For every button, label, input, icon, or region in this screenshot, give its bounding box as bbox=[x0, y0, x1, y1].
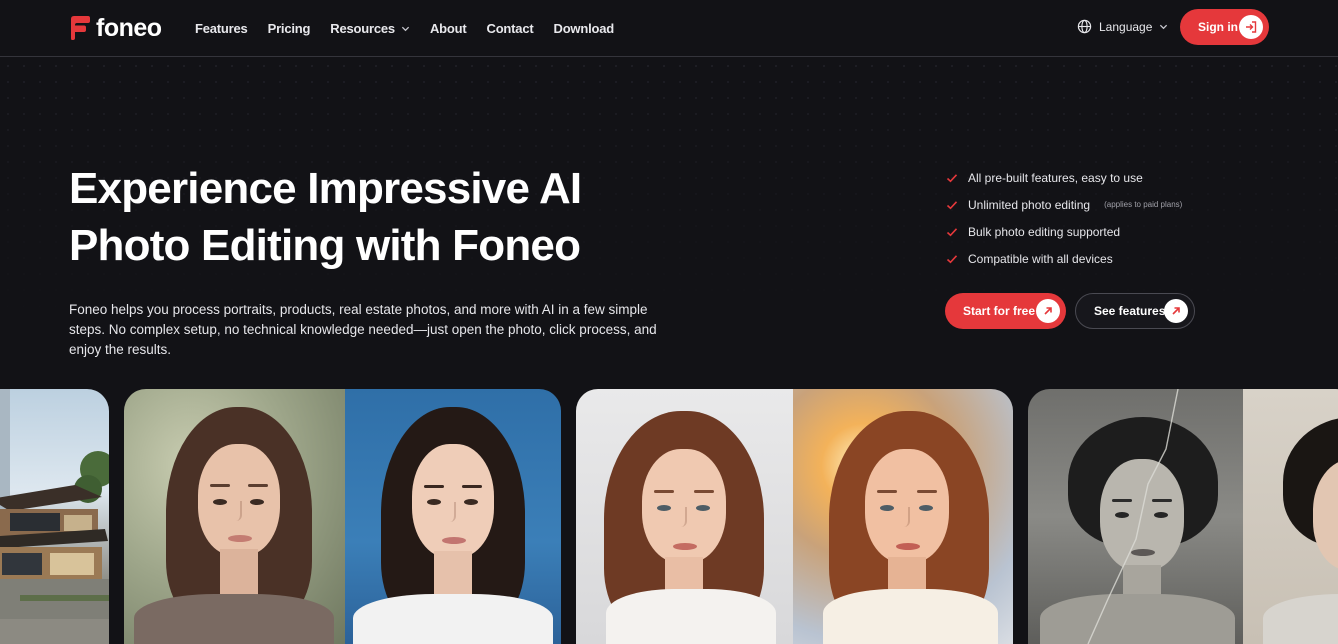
hero-headline-line-2: Photo Editing with Foneo bbox=[69, 221, 581, 270]
start-for-free-label: Start for free bbox=[963, 304, 1036, 318]
eye bbox=[427, 499, 441, 505]
eyebrow bbox=[210, 484, 230, 487]
nose bbox=[679, 507, 687, 527]
feature-item: Bulk photo editing supported bbox=[946, 218, 1182, 245]
nav-contact-label: Contact bbox=[486, 21, 534, 36]
eye bbox=[250, 499, 264, 505]
real-estate-card bbox=[0, 389, 109, 644]
eyebrow bbox=[654, 490, 674, 493]
nav-features-label: Features bbox=[195, 21, 248, 36]
eyebrow bbox=[462, 485, 482, 488]
eye bbox=[657, 505, 671, 511]
feature-item: Unlimited photo editing (applies to paid… bbox=[946, 191, 1182, 218]
feature-checklist: All pre-built features, easy to use Unli… bbox=[946, 164, 1182, 272]
nose bbox=[448, 502, 456, 522]
eye bbox=[213, 499, 227, 505]
feature-note: (applies to paid plans) bbox=[1104, 200, 1183, 209]
eye bbox=[464, 499, 478, 505]
sweater bbox=[134, 594, 334, 644]
check-icon bbox=[946, 173, 958, 182]
house-illustration bbox=[0, 389, 109, 644]
after-portrait-sunset bbox=[793, 389, 1013, 644]
lips bbox=[228, 535, 252, 542]
language-label: Language bbox=[1099, 19, 1153, 34]
nav-download[interactable]: Download bbox=[554, 21, 615, 36]
feature-item: Compatible with all devices bbox=[946, 245, 1182, 272]
white-jacket bbox=[606, 589, 776, 644]
example-gallery bbox=[0, 389, 1338, 644]
white-shirt bbox=[353, 594, 553, 644]
nose bbox=[234, 501, 242, 521]
nav-download-label: Download bbox=[553, 21, 615, 36]
nav-about[interactable]: About bbox=[430, 21, 467, 36]
eyebrow bbox=[917, 490, 937, 493]
language-selector[interactable]: Language bbox=[1077, 19, 1168, 34]
arrow-up-right-icon bbox=[1164, 299, 1188, 323]
neck bbox=[220, 549, 258, 599]
after-portrait-restored bbox=[1243, 389, 1338, 644]
feature-text: Compatible with all devices bbox=[968, 251, 1113, 266]
feature-text: Unlimited photo editing bbox=[968, 197, 1091, 212]
see-features-label: See features bbox=[1094, 304, 1166, 318]
before-portrait-outdoor bbox=[124, 389, 345, 644]
photo-restoration-card bbox=[1028, 389, 1338, 644]
sign-in-button[interactable]: Sign in bbox=[1180, 9, 1269, 45]
nav-contact[interactable]: Contact bbox=[487, 21, 534, 36]
eye bbox=[919, 505, 933, 511]
neck bbox=[434, 551, 472, 599]
lips bbox=[673, 543, 697, 550]
see-features-button[interactable]: See features bbox=[1075, 293, 1195, 329]
lips bbox=[896, 543, 920, 550]
feature-item: All pre-built features, easy to use bbox=[946, 164, 1182, 191]
background-change-card bbox=[124, 389, 561, 644]
arrow-up-right-icon bbox=[1036, 299, 1060, 323]
house-image bbox=[0, 389, 109, 644]
start-for-free-button[interactable]: Start for free bbox=[945, 293, 1066, 329]
eyebrow bbox=[694, 490, 714, 493]
crack-overlay bbox=[1087, 389, 1179, 644]
nav-resources[interactable]: Resources bbox=[330, 21, 410, 36]
eye bbox=[880, 505, 894, 511]
sign-in-arrow-icon bbox=[1239, 15, 1263, 39]
sign-in-label: Sign in bbox=[1198, 20, 1238, 34]
chevron-down-icon bbox=[401, 26, 410, 32]
feature-text: All pre-built features, easy to use bbox=[968, 170, 1143, 185]
eyebrow bbox=[877, 490, 897, 493]
white-jacket bbox=[823, 589, 998, 644]
brand-name: foneo bbox=[96, 13, 162, 42]
hero-headline-line-1: Experience Impressive AI bbox=[69, 164, 582, 213]
portrait-retouch-card bbox=[576, 389, 1013, 644]
nose bbox=[902, 507, 910, 527]
nav-about-label: About bbox=[429, 21, 467, 36]
before-portrait-damaged bbox=[1028, 389, 1243, 644]
nav-pricing[interactable]: Pricing bbox=[268, 21, 311, 36]
blouse bbox=[1263, 594, 1338, 644]
foneo-logo[interactable]: foneo bbox=[69, 13, 162, 43]
nav-resources-label: Resources bbox=[330, 21, 395, 36]
nav-features[interactable]: Features bbox=[195, 21, 248, 36]
check-icon bbox=[946, 227, 958, 236]
feature-text: Bulk photo editing supported bbox=[968, 224, 1121, 239]
after-portrait-blue-studio bbox=[345, 389, 561, 644]
chevron-down-icon bbox=[1160, 24, 1168, 30]
hero-headline: Experience Impressive AI Photo Editing w… bbox=[69, 160, 689, 274]
eyebrow bbox=[424, 485, 444, 488]
lips bbox=[442, 537, 466, 544]
eyebrow bbox=[248, 484, 268, 487]
foneo-logo-icon bbox=[71, 16, 90, 40]
check-icon bbox=[946, 254, 958, 263]
nav-pricing-label: Pricing bbox=[267, 21, 311, 36]
hero-description: Foneo helps you process portraits, produ… bbox=[69, 302, 657, 357]
main-nav: Features Pricing Resources About Contact… bbox=[195, 21, 614, 36]
globe-icon bbox=[1077, 19, 1092, 34]
top-navigation-bar: foneo Features Pricing Resources About C… bbox=[0, 0, 1338, 57]
check-icon bbox=[946, 200, 958, 209]
eye bbox=[696, 505, 710, 511]
before-portrait-white-studio bbox=[576, 389, 793, 644]
